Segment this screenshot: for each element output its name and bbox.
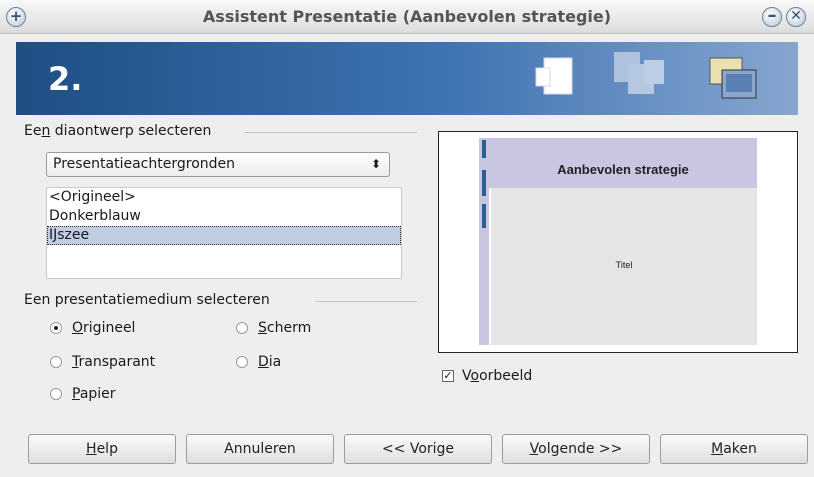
label-rest: rigineel (83, 320, 136, 336)
radio-button-icon[interactable] (50, 356, 62, 368)
preview-slide-title: Aanbevolen strategie (557, 162, 689, 177)
label-rest: elp (96, 441, 118, 457)
list-item[interactable]: <Origineel> (47, 188, 401, 207)
list-item[interactable]: Donkerblauw (47, 207, 401, 226)
label-part: orbeeld (479, 368, 533, 384)
radio-label: Origineel (72, 320, 135, 336)
finish-button[interactable]: Maken (660, 434, 808, 464)
mnemonic: O (72, 320, 84, 336)
mnemonic: D (258, 354, 269, 370)
template-list[interactable]: <Origineel> Donkerblauw IJszee (46, 187, 402, 279)
preview-accent-bar (482, 140, 486, 158)
list-item-selected[interactable]: IJszee (47, 226, 401, 245)
radio-label: Transparant (72, 354, 155, 370)
radio-button-icon[interactable] (236, 356, 248, 368)
label-part: V (462, 368, 471, 384)
mnemonic: H (86, 441, 97, 457)
help-button[interactable]: Help (28, 434, 176, 464)
minimize-icon[interactable]: – (762, 7, 782, 27)
label-rest: ia (268, 354, 282, 370)
radio-button-icon[interactable] (50, 322, 62, 334)
radio-button-icon[interactable] (50, 388, 62, 400)
label-mnemonic: n (41, 123, 51, 139)
preview-accent-bar (482, 204, 486, 228)
banner-decoration (535, 52, 757, 99)
label-part: diaontwerp selecteren (50, 123, 212, 139)
radio-label: Dia (258, 354, 281, 370)
select-value: Presentatieachtergronden (53, 156, 236, 172)
preview-slide-subtitle: Titel (615, 260, 633, 270)
updown-arrows-icon: ⬍ (370, 157, 381, 171)
label-rest: ransparant (78, 354, 156, 370)
radio-original[interactable]: Origineel (50, 320, 135, 336)
image-slides-icon (709, 57, 757, 99)
checkbox-checked-icon[interactable]: ✓ (442, 370, 454, 382)
design-section-label: Een diaontwerp selecteren (24, 123, 211, 139)
mnemonic: o (470, 368, 480, 384)
previous-button[interactable]: << Vorige (344, 434, 492, 464)
radio-label: Papier (72, 386, 116, 402)
label-rest: olgende >> (538, 441, 623, 457)
section-divider (315, 301, 417, 302)
preview-checkbox[interactable]: ✓ Voorbeeld (442, 368, 532, 384)
checkbox-label: Voorbeeld (462, 368, 532, 384)
mnemonic: S (258, 320, 267, 336)
mnemonic: V (529, 441, 539, 457)
label-rest: cherm (266, 320, 312, 336)
design-category-select[interactable]: Presentatieachtergronden ⬍ (46, 152, 390, 177)
wizard-banner: 2. (16, 42, 798, 115)
single-page-icon (535, 57, 573, 95)
multi-page-icon (614, 52, 664, 94)
radio-slide[interactable]: Dia (236, 354, 281, 370)
radio-paper[interactable]: Papier (50, 386, 116, 402)
close-icon[interactable]: ✕ (786, 7, 806, 27)
window-title: Assistent Presentatie (Aanbevolen strate… (202, 7, 612, 26)
cancel-button[interactable]: Annuleren (186, 434, 334, 464)
radio-button-icon[interactable] (236, 322, 248, 334)
radio-label: Scherm (258, 320, 311, 336)
label-part: Ee (24, 123, 42, 139)
title-bar[interactable]: + Assistent Presentatie (Aanbevolen stra… (0, 0, 814, 34)
medium-section-label: Een presentatiemedium selecteren (24, 292, 270, 308)
next-button[interactable]: Volgende >> (502, 434, 650, 464)
radio-transparency[interactable]: Transparant (50, 354, 155, 370)
label-rest: apier (79, 386, 116, 402)
preview-accent-bar (482, 170, 486, 196)
radio-screen[interactable]: Scherm (236, 320, 311, 336)
label-rest: aken (723, 441, 757, 457)
slide-preview: Aanbevolen strategie Titel (438, 131, 798, 353)
mnemonic: P (72, 386, 80, 402)
section-divider (245, 132, 417, 133)
mnemonic: M (711, 441, 724, 457)
